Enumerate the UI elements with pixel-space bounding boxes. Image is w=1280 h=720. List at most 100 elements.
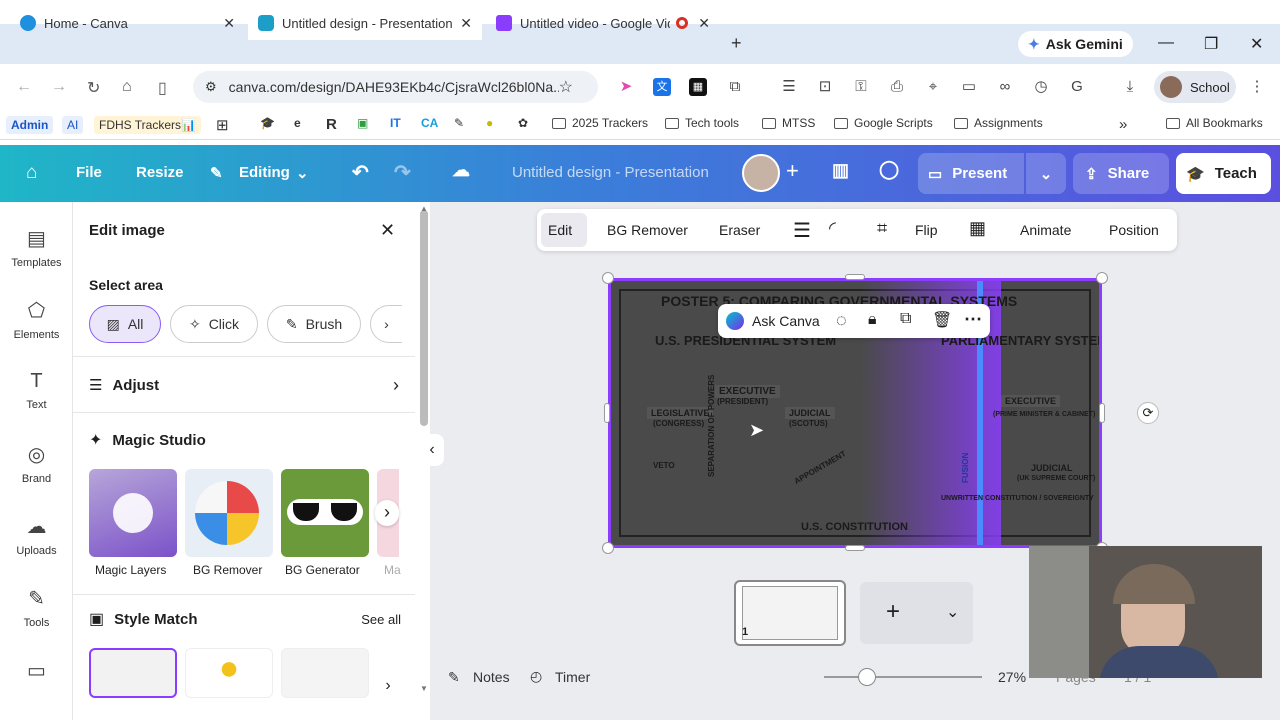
site-info-icon[interactable]: ⚙: [205, 79, 217, 95]
pencil-bookmark-icon[interactable]: ●: [486, 116, 493, 130]
download-icon[interactable]: ⤓: [1121, 78, 1139, 96]
ca-bookmark-icon[interactable]: CA: [421, 116, 438, 130]
sidebar-item-text[interactable]: T Text: [0, 370, 73, 411]
close-window-icon[interactable]: ✕: [1250, 34, 1263, 54]
close-icon[interactable]: ✕: [380, 220, 395, 241]
bookmark-folder-2025-trackers[interactable]: 2025 Trackers: [552, 116, 648, 130]
resize-button[interactable]: Resize: [136, 164, 184, 181]
chevron-right-icon[interactable]: ›: [375, 500, 399, 526]
new-tab-icon[interactable]: +: [731, 33, 742, 54]
present-button[interactable]: ▭ Present: [918, 153, 1024, 194]
select-click-chip[interactable]: ✧ Click: [170, 305, 258, 343]
bookmark-folder-tech-tools[interactable]: Tech tools: [665, 116, 739, 130]
flip-button[interactable]: Flip: [915, 222, 938, 238]
reader-icon[interactable]: ▭: [960, 78, 978, 96]
undo-icon[interactable]: ↶: [352, 160, 369, 185]
ask-gemini-button[interactable]: ✦ Ask Gemini: [1018, 31, 1133, 57]
page-thumbnail[interactable]: 1: [734, 580, 846, 646]
more-options-icon[interactable]: ⋯: [964, 309, 982, 330]
style-thumbnail-duck[interactable]: ●: [185, 648, 273, 698]
apps-grid-icon[interactable]: ⊞: [216, 116, 229, 134]
translate-extension-icon[interactable]: 文: [653, 78, 671, 96]
minimize-icon[interactable]: —: [1158, 34, 1174, 52]
restore-icon[interactable]: ❐: [1204, 34, 1218, 54]
resize-handle[interactable]: [604, 403, 610, 423]
transparency-icon[interactable]: ▦: [969, 218, 986, 239]
bookmark-folder-mtss[interactable]: MTSS: [762, 116, 815, 130]
resize-handle[interactable]: [845, 545, 865, 551]
scroll-chips-right-button[interactable]: ›: [370, 305, 402, 343]
scroll-up-icon[interactable]: ▲: [420, 204, 428, 213]
add-page-button[interactable]: + ⌄: [860, 582, 973, 644]
teach-button[interactable]: 🎓 Teach: [1176, 153, 1271, 194]
file-menu[interactable]: File: [76, 164, 102, 181]
classroom-icon[interactable]: ▣: [357, 116, 368, 130]
comment-icon[interactable]: ◯: [879, 159, 899, 180]
resize-handle[interactable]: [1099, 403, 1105, 423]
tab-untitled-design[interactable]: Untitled design - Presentation ✕: [248, 6, 482, 40]
r-bookmark-icon[interactable]: R: [326, 116, 337, 133]
url-bar[interactable]: ⚙ canva.com/design/DAHE93EKb4c/CjsraWcl2…: [193, 71, 598, 103]
home-icon[interactable]: ⌂: [122, 78, 132, 96]
chevron-down-icon[interactable]: ⌄: [946, 602, 959, 622]
border-style-icon[interactable]: ☰: [793, 218, 811, 243]
sidebar-item-projects[interactable]: ▭: [0, 658, 73, 689]
document-title[interactable]: Untitled design - Presentation: [512, 164, 709, 181]
sidebar-item-uploads[interactable]: ☁ Uploads: [0, 514, 73, 557]
timer-button[interactable]: Timer: [555, 669, 590, 685]
resize-handle[interactable]: [1096, 272, 1108, 284]
edge-bookmark-icon[interactable]: e: [294, 116, 301, 130]
resize-handle[interactable]: [602, 542, 614, 554]
reading-list-icon[interactable]: ☰: [780, 78, 798, 96]
extension-arrow-icon[interactable]: ➤: [617, 78, 635, 96]
select-all-chip[interactable]: ▨ All: [89, 305, 161, 343]
translate-icon[interactable]: G: [1068, 78, 1086, 96]
adjust-row[interactable]: ☰ Adjust ›: [89, 372, 399, 398]
more-bookmarks-icon[interactable]: »: [1119, 116, 1127, 133]
reload-icon[interactable]: ↻: [87, 78, 100, 98]
bookmark-admin[interactable]: Admin: [6, 116, 54, 134]
bg-generator-thumbnail[interactable]: [281, 469, 369, 557]
add-collaborator-icon[interactable]: +: [786, 158, 799, 184]
menu-dots-icon[interactable]: ⋮: [1248, 78, 1266, 96]
tab-untitled-video[interactable]: Untitled video - Google Vid ✕: [486, 6, 720, 40]
bg-remover-button[interactable]: BG Remover: [607, 222, 688, 238]
see-all-link[interactable]: See all: [361, 612, 401, 627]
scroll-down-icon[interactable]: ▼: [420, 684, 428, 693]
password-key-icon[interactable]: ⚿: [852, 78, 870, 96]
style-thumbnail-poster[interactable]: [89, 648, 177, 698]
sidebar-item-brand[interactable]: ◎ Brand: [0, 442, 73, 485]
extensions-puzzle-icon[interactable]: ⧉: [726, 78, 744, 96]
animate-button[interactable]: Animate: [1020, 222, 1071, 238]
resize-handle[interactable]: [602, 272, 614, 284]
tools-bookmark-icon[interactable]: ✎: [454, 116, 464, 130]
zoom-level[interactable]: 27%: [998, 669, 1026, 685]
sidebar-item-templates[interactable]: ▤ Templates: [0, 226, 73, 269]
print-icon[interactable]: ⎙: [888, 78, 906, 96]
duplicate-icon[interactable]: ⧉: [900, 310, 911, 328]
bookmark-fdhs-trackers[interactable]: FDHS Trackers📊: [94, 116, 201, 134]
present-options-button[interactable]: ⌄: [1026, 153, 1066, 194]
insights-chart-icon[interactable]: ▥: [832, 160, 849, 181]
paint-bookmark-icon[interactable]: ✿: [518, 116, 528, 130]
editing-mode-button[interactable]: Editing: [239, 164, 290, 181]
profile-button[interactable]: School: [1154, 71, 1236, 103]
it-bookmark-icon[interactable]: IT: [390, 116, 401, 130]
screenshot-icon[interactable]: ⊡: [816, 78, 834, 96]
panel-scrollbar[interactable]: [420, 210, 428, 426]
close-tab-icon[interactable]: ✕: [223, 15, 235, 32]
redo-icon[interactable]: ↷: [394, 160, 411, 185]
resize-handle[interactable]: [845, 274, 865, 280]
sidebar-item-tools[interactable]: ✎ Tools: [0, 586, 73, 629]
notes-button[interactable]: Notes: [473, 669, 510, 685]
tab-home-canva[interactable]: Home - Canva ✕: [10, 6, 245, 40]
eraser-button[interactable]: Eraser: [719, 222, 760, 238]
sidebar-item-elements[interactable]: ⬠ Elements: [0, 298, 73, 341]
edit-button[interactable]: Edit: [548, 222, 572, 238]
all-bookmarks[interactable]: All Bookmarks: [1166, 116, 1263, 130]
lock-icon[interactable]: 🔒︎: [868, 311, 877, 329]
magic-layers-thumbnail[interactable]: [89, 469, 177, 557]
close-tab-icon[interactable]: ✕: [698, 15, 710, 32]
bg-remover-thumbnail[interactable]: [185, 469, 273, 557]
chevron-right-icon[interactable]: ›: [377, 676, 399, 698]
